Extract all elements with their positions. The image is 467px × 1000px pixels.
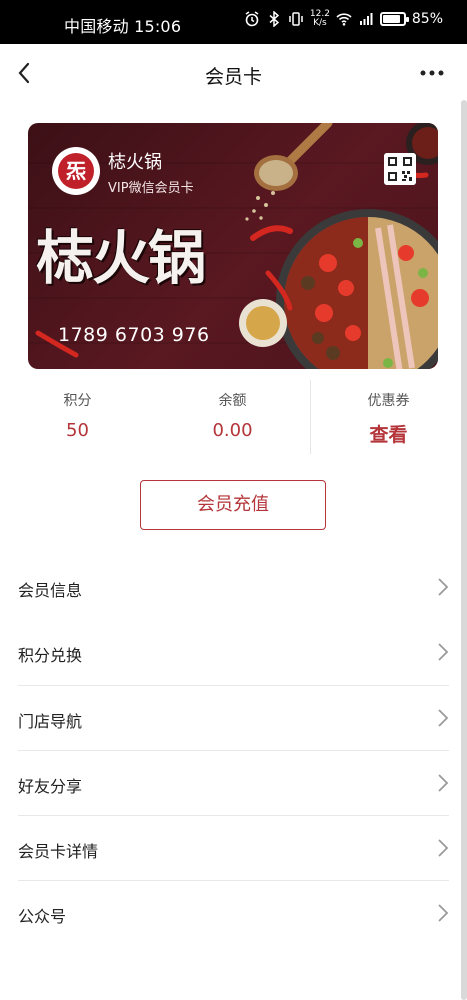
brand-name: 梽火锅 (108, 152, 162, 173)
chevron-right-icon (438, 904, 449, 923)
chevron-right-icon (438, 578, 449, 596)
bluetooth-icon (269, 11, 280, 27)
points-stat[interactable]: 积分 50 (0, 380, 155, 441)
menu-item-label: 好友分享 (18, 776, 83, 796)
page-title: 会员卡 (204, 66, 262, 88)
chevron-right-icon (438, 643, 449, 661)
balance-stat[interactable]: 余额 0.00 (155, 380, 310, 441)
battery-icon (379, 12, 409, 26)
menu-item-label: 积分兑换 (18, 646, 83, 666)
wifi-icon (336, 13, 352, 26)
menu-item-share-friends[interactable]: 好友分享 (0, 751, 467, 817)
battery-percent: 85% (411, 11, 443, 27)
coupon-stat[interactable]: 优惠券 查看 (311, 380, 466, 447)
brand-logo: 炁 (52, 147, 100, 195)
status-icons: 12.2 K/s 85% (244, 10, 443, 28)
chevron-right-icon (438, 774, 449, 792)
member-stats: 积分 50 余额 0.00 优惠券 查看 (0, 380, 467, 456)
chevron-right-icon (438, 708, 449, 727)
menu-item-label: 门店导航 (18, 711, 83, 731)
more-icon[interactable] (417, 58, 447, 88)
menu-item-official-account[interactable]: 公众号 (0, 881, 467, 946)
menu-item-label: 会员信息 (18, 581, 83, 600)
menu-item-card-details[interactable]: 会员卡详情 (0, 816, 467, 882)
menu-item-label: 会员卡详情 (18, 842, 99, 862)
chevron-right-icon (438, 839, 449, 857)
card-big-logo: 梽火锅 (36, 224, 206, 292)
recharge-button[interactable]: 会员充值 (140, 480, 326, 530)
menu-item-store-navigation[interactable]: 门店导航 (0, 686, 467, 751)
alarm-icon (245, 11, 259, 27)
balance-value: 0.00 (212, 420, 253, 441)
nav-bar: 会员卡 (0, 44, 467, 102)
card-number: 1789 6703 976 (58, 324, 210, 346)
menu-item-label: 公众号 (18, 907, 67, 927)
points-value: 50 (66, 420, 89, 441)
menu-item-points-exchange[interactable]: 积分兑换 (0, 620, 467, 686)
net-speed: 12.2 K/s (309, 9, 330, 28)
membership-card[interactable]: 炁 梽火锅 VIP微信会员卡 梽火锅 1789 6703 976 (28, 123, 438, 369)
card-type: VIP微信会员卡 (108, 181, 194, 196)
points-label: 积分 (63, 393, 92, 409)
carrier-time: 中国移动 15:06 (64, 17, 182, 36)
signal-icon (359, 13, 373, 25)
coupon-view-link[interactable]: 查看 (311, 420, 466, 447)
brand-logo-char: 炁 (58, 153, 94, 189)
menu-item-member-info[interactable]: 会员信息 (0, 555, 467, 620)
balance-label: 余额 (218, 393, 247, 409)
status-bar: 中国移动 15:06 12.2 K/s 85% (0, 0, 467, 44)
member-menu: 会员信息 积分兑换 门店导航 好友分享 会员卡详情 公众号 (0, 555, 467, 947)
vibrate-icon (289, 12, 303, 26)
qr-code-icon[interactable] (384, 153, 416, 185)
coupon-label: 优惠券 (367, 393, 410, 409)
